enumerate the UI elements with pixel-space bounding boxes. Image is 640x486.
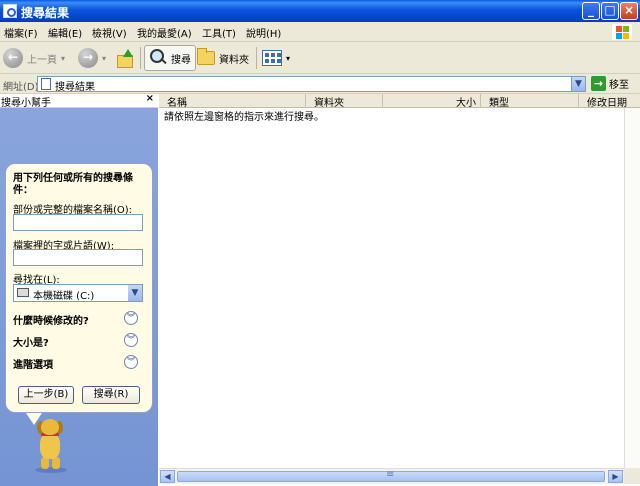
up-folder-icon: [116, 49, 134, 68]
column-name[interactable]: 名稱: [159, 94, 306, 109]
menu-tools[interactable]: 工具(T): [202, 25, 236, 40]
toolbar-separator: [256, 47, 257, 69]
size-option[interactable]: 大小是?: [13, 334, 49, 349]
search-dog-icon[interactable]: [33, 419, 69, 477]
back-arrow-icon: ←: [3, 48, 23, 68]
menu-help[interactable]: 說明(H): [246, 25, 281, 40]
address-label: 網址(D): [3, 82, 39, 93]
advanced-expand-icon[interactable]: ︾: [124, 355, 138, 369]
up-folder-button[interactable]: [116, 45, 134, 71]
look-in-select[interactable]: 本機磁碟 (C:) ▼: [13, 284, 143, 302]
back-step-button[interactable]: 上一步(B): [18, 386, 74, 404]
forward-arrow-icon: →: [78, 48, 98, 68]
maximize-button[interactable]: □: [601, 2, 619, 20]
forward-button[interactable]: → ▾: [78, 45, 106, 71]
horizontal-scrollbar[interactable]: ◀ ▶: [159, 468, 624, 484]
go-button[interactable]: → 移至: [591, 76, 629, 91]
magnifier-icon: [149, 49, 167, 67]
scroll-corner: [624, 468, 640, 484]
size-expand-icon[interactable]: ︾: [124, 333, 138, 347]
scroll-right-icon[interactable]: ▶: [608, 470, 623, 483]
look-in-dropdown-icon[interactable]: ▼: [128, 285, 142, 301]
title-bar: 搜尋結果 _ □ ×: [0, 0, 640, 22]
toolbar-separator: [140, 47, 141, 69]
search-window-icon: [3, 4, 17, 18]
search-criteria-panel: 用下列任何或所有的搜尋條件： 部份或完整的檔案名稱(O): 檔案裡的字或片語(W…: [5, 163, 153, 425]
search-pane-header: 搜尋小幫手 ×: [0, 93, 158, 109]
minimize-button[interactable]: _: [582, 2, 600, 20]
menu-edit[interactable]: 編輯(E): [48, 25, 82, 40]
scroll-left-icon[interactable]: ◀: [160, 470, 175, 483]
go-arrow-icon: →: [591, 76, 606, 91]
vertical-scrollbar[interactable]: [624, 108, 640, 468]
address-dropdown-icon[interactable]: ▼: [571, 77, 585, 91]
when-modified-option[interactable]: 什麼時候修改的?: [13, 312, 89, 327]
search-pane-title: 搜尋小幫手: [1, 98, 51, 109]
windows-logo-icon: [612, 24, 632, 40]
search-pane: 用下列任何或所有的搜尋條件： 部份或完整的檔案名稱(O): 檔案裡的字或片語(W…: [0, 108, 158, 486]
look-in-value: 本機磁碟 (C:): [33, 291, 95, 302]
window-title: 搜尋結果: [21, 6, 70, 20]
menu-favorites[interactable]: 我的最愛(A): [137, 25, 192, 40]
scroll-thumb[interactable]: [177, 469, 605, 482]
views-dropdown-icon: ▾: [286, 53, 291, 63]
back-dropdown-icon[interactable]: ▾: [61, 54, 65, 63]
close-pane-icon[interactable]: ×: [146, 93, 154, 104]
search-button[interactable]: 搜尋: [144, 45, 196, 71]
when-expand-icon[interactable]: ︾: [124, 311, 138, 325]
phrase-input[interactable]: [13, 249, 143, 266]
advanced-option[interactable]: 進階選項: [13, 356, 53, 371]
menu-bar: 檔案(F) 編輯(E) 檢視(V) 我的最愛(A) 工具(T) 說明(H): [0, 22, 640, 42]
folder-icon: [197, 48, 215, 65]
column-size[interactable]: 大小: [383, 94, 481, 109]
back-label: 上一頁: [27, 54, 57, 66]
back-button[interactable]: ← 上一頁 ▾: [3, 45, 65, 71]
search-label: 搜尋: [171, 54, 191, 66]
menu-view[interactable]: 檢視(V): [92, 25, 127, 40]
close-button[interactable]: ×: [620, 2, 638, 20]
results-hint-text: 請依照左邊窗格的指示來進行搜尋。: [164, 112, 324, 123]
column-folder[interactable]: 資料夾: [306, 94, 383, 109]
run-search-button[interactable]: 搜尋(R): [82, 386, 140, 404]
results-list[interactable]: 請依照左邊窗格的指示來進行搜尋。: [159, 108, 624, 468]
folders-button[interactable]: 資料夾: [197, 45, 249, 71]
address-bar: 網址(D) 搜尋結果 ▼ → 移至: [0, 74, 640, 94]
column-type[interactable]: 類型: [481, 94, 579, 109]
go-label: 移至: [609, 80, 629, 91]
criteria-heading: 用下列任何或所有的搜尋條件：: [13, 173, 133, 196]
toolbar: ← 上一頁 ▾ → ▾ 搜尋 資料夾 ▾: [0, 42, 640, 74]
search-results-icon: [41, 78, 51, 90]
column-modified[interactable]: 修改日期: [579, 94, 640, 109]
views-icon: [262, 50, 282, 66]
results-column-header: 名稱 資料夾 大小 類型 修改日期: [159, 94, 640, 109]
address-field[interactable]: 搜尋結果 ▼: [37, 76, 586, 93]
menu-file[interactable]: 檔案(F): [4, 25, 38, 40]
file-name-input[interactable]: [13, 214, 143, 231]
views-button[interactable]: ▾: [262, 45, 290, 71]
forward-dropdown-icon[interactable]: ▾: [102, 54, 106, 63]
folders-label: 資料夾: [219, 54, 249, 66]
address-value: 搜尋結果: [55, 82, 95, 93]
hard-drive-icon: [17, 288, 29, 297]
